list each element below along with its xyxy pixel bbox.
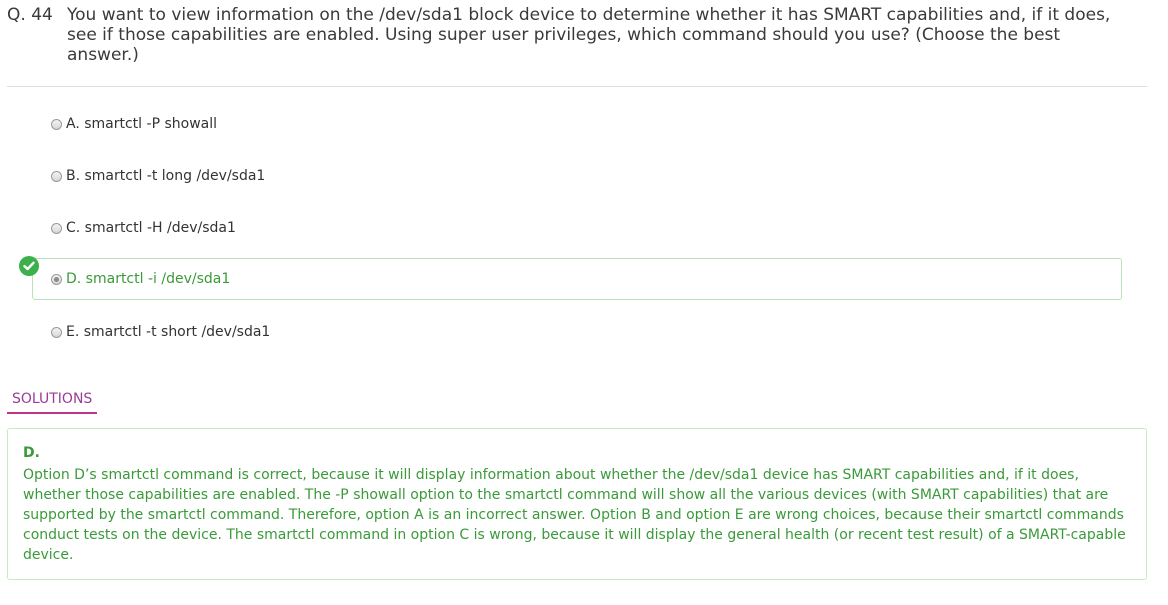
option-e-radio[interactable] xyxy=(51,326,62,338)
question: Q. 44 You want to view information on th… xyxy=(7,5,1132,65)
option-d-radio[interactable] xyxy=(51,273,62,285)
option-d[interactable]: D. smartctl -i /dev/sda1 xyxy=(32,258,1122,300)
option-a-radio[interactable] xyxy=(51,118,62,130)
option-d-label: D. smartctl -i /dev/sda1 xyxy=(66,271,231,287)
solution-answer-letter: D. xyxy=(23,445,40,461)
option-c[interactable]: C. smartctl -H /dev/sda1 xyxy=(32,208,1122,248)
solution-panel: D. Option D’s smartctl command is correc… xyxy=(7,428,1147,580)
tab-solutions[interactable]: SOLUTIONS xyxy=(7,390,97,414)
option-e[interactable]: E. smartctl -t short /dev/sda1 xyxy=(32,312,1122,352)
option-a-label: A. smartctl -P showall xyxy=(66,116,217,132)
question-number: Q. 44 xyxy=(7,5,53,25)
check-circle-icon xyxy=(19,256,39,276)
divider xyxy=(7,86,1147,87)
option-c-radio[interactable] xyxy=(51,222,62,234)
option-b-label: B. smartctl -t long /dev/sda1 xyxy=(66,168,266,184)
option-e-label: E. smartctl -t short /dev/sda1 xyxy=(66,324,271,340)
option-c-label: C. smartctl -H /dev/sda1 xyxy=(66,220,236,236)
option-b[interactable]: B. smartctl -t long /dev/sda1 xyxy=(32,156,1122,196)
solution-explanation: Option D’s smartctl command is correct, … xyxy=(23,467,1126,563)
option-b-radio[interactable] xyxy=(51,170,62,182)
question-text: You want to view information on the /dev… xyxy=(67,5,1111,65)
option-a[interactable]: A. smartctl -P showall xyxy=(32,104,1122,144)
